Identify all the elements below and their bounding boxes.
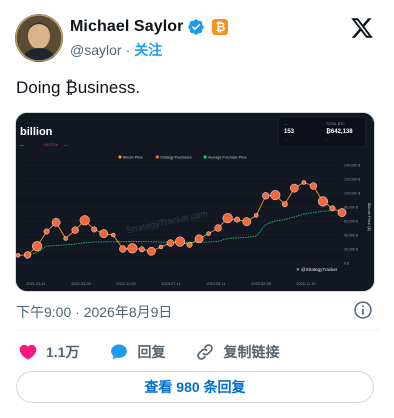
purchase-point xyxy=(147,246,156,256)
purchase-point xyxy=(158,244,164,250)
panel-sub-1: — xyxy=(284,137,287,141)
like-button[interactable]: 1.1万 xyxy=(18,342,79,362)
purchase-point xyxy=(166,239,175,247)
y-tick-3: 80,000 $ xyxy=(344,205,358,209)
view-replies-button[interactable]: 查看 980 条回复 xyxy=(16,371,374,403)
purchase-point xyxy=(290,183,299,193)
heart-icon xyxy=(19,344,37,360)
author-name-row: Michael Saylor ₿ xyxy=(70,17,229,37)
panel-header-1: — xyxy=(284,122,288,126)
purchase-point xyxy=(214,224,222,232)
tweet-media-chart[interactable]: billion — +16.27% — Bitcoin Price Strategy … xyxy=(15,112,375,292)
legend-swatch-1 xyxy=(155,155,159,159)
purchase-point xyxy=(242,217,252,227)
copy-link-button[interactable]: 复制链接 xyxy=(195,342,279,362)
legend-label-1: Strategy Purchases xyxy=(160,156,192,160)
purchase-point xyxy=(281,201,288,208)
stats-panel: — TOTAL BTC 153 ₿642,138 — — xyxy=(277,116,367,148)
reply-button[interactable]: 回复 xyxy=(109,342,165,362)
purchase-point xyxy=(23,251,32,259)
author-handle[interactable]: @saylor xyxy=(70,42,122,58)
purchase-point xyxy=(119,245,127,253)
panel-value-1: 153 xyxy=(284,129,295,135)
x-tick-5: 2025-02-08 xyxy=(251,282,270,286)
y-tick-1: 120,000 $ xyxy=(344,177,360,181)
purchase-point xyxy=(71,226,79,234)
purchase-point xyxy=(16,253,21,258)
author-name[interactable]: Michael Saylor xyxy=(70,18,183,36)
purchase-point xyxy=(270,190,281,201)
x-tick-1: 2022-03-09 xyxy=(71,282,90,286)
purchase-point xyxy=(186,241,193,248)
purchase-point xyxy=(127,243,138,254)
follow-button[interactable]: 关注 xyxy=(134,40,162,60)
avatar[interactable] xyxy=(15,14,63,62)
x-tick-3: 2023-07-11 xyxy=(161,282,180,286)
purchase-point xyxy=(99,229,109,238)
purchase-point xyxy=(79,215,90,226)
purchase-point xyxy=(222,213,233,224)
purchase-point xyxy=(111,232,116,238)
purchase-point xyxy=(337,208,347,217)
purchase-point xyxy=(329,205,336,212)
info-icon[interactable] xyxy=(353,300,373,320)
x-tick-0: 2021-01-11 xyxy=(26,282,45,286)
panel-value-2: ₿642,138 xyxy=(326,128,353,135)
y-tick-6: 20,000 $ xyxy=(344,247,358,251)
purchase-point xyxy=(301,180,307,185)
verified-badge-icon xyxy=(188,19,205,35)
purchase-point xyxy=(63,236,68,241)
purchase-point xyxy=(138,246,145,253)
chart-y-axis-label: Bitcoin Price ($) xyxy=(367,203,372,232)
chart-stat-0: — xyxy=(20,142,24,147)
tweet-timestamp[interactable]: 下午9:00 · 2026年8月9日 xyxy=(16,302,172,322)
tweet-text: Doing ₿usiness. xyxy=(16,78,141,97)
link-icon xyxy=(197,344,214,360)
purchase-point xyxy=(194,234,204,244)
purchase-point xyxy=(174,236,186,247)
purchase-point xyxy=(51,218,61,227)
bitcoin-chart: billion — +16.27% — Bitcoin Price Strategy … xyxy=(16,113,374,291)
purchase-point xyxy=(253,213,259,218)
y-tick-5: 40,000 $ xyxy=(344,233,358,237)
purchase-point xyxy=(317,196,328,207)
avatar-portrait xyxy=(15,14,63,62)
legend-swatch-0 xyxy=(118,155,122,159)
action-bar: 1.1万 回复 复制链接 xyxy=(18,340,309,364)
chart-credit: ✕ @StrategyTracker xyxy=(296,267,338,272)
purchase-point xyxy=(206,231,211,236)
like-count: 1.1万 xyxy=(46,344,80,360)
legend-label-2: Average Purchase Price xyxy=(208,156,247,160)
chart-stat-2: — xyxy=(64,142,68,147)
legend-swatch-2 xyxy=(203,155,207,159)
copy-link-label: 复制链接 xyxy=(223,344,280,360)
handle-separator: · xyxy=(125,42,131,58)
panel-header-2: TOTAL BTC xyxy=(326,122,345,126)
purchase-point xyxy=(262,192,270,200)
comment-icon xyxy=(111,344,128,360)
purchase-point xyxy=(43,228,50,235)
x-tick-4: 2024-05-11 xyxy=(206,282,225,286)
x-tick-2: 2022-11-09 xyxy=(116,282,135,286)
purchase-point xyxy=(91,226,98,233)
y-tick-7: 0 $ xyxy=(344,261,349,265)
y-tick-4: 60,000 $ xyxy=(344,219,358,223)
purchase-point xyxy=(309,182,318,190)
reply-label: 回复 xyxy=(137,344,166,360)
chart-stat-1: +16.27% xyxy=(42,142,58,147)
panel-sub-2: — xyxy=(326,137,329,141)
chart-title: billion xyxy=(20,126,53,138)
purchase-point xyxy=(32,241,43,252)
y-tick-0: 140,000 $ xyxy=(344,163,360,167)
handle-row: @saylor · 关注 xyxy=(70,40,162,60)
bitcoin-badge-icon: ₿ xyxy=(212,19,229,35)
legend-label-0: Bitcoin Price xyxy=(123,156,143,160)
x-tick-6: 2025-11-10 xyxy=(296,282,315,286)
divider xyxy=(15,329,379,330)
chart-legend: Bitcoin Price Strategy Purchases Average P… xyxy=(118,155,247,160)
y-tick-2: 100,000 $ xyxy=(344,191,360,195)
x-logo-icon[interactable] xyxy=(350,16,374,40)
tweet-card: Michael Saylor ₿ @saylor · 关注 Doing ₿usi… xyxy=(0,0,394,418)
purchase-point xyxy=(234,216,241,223)
